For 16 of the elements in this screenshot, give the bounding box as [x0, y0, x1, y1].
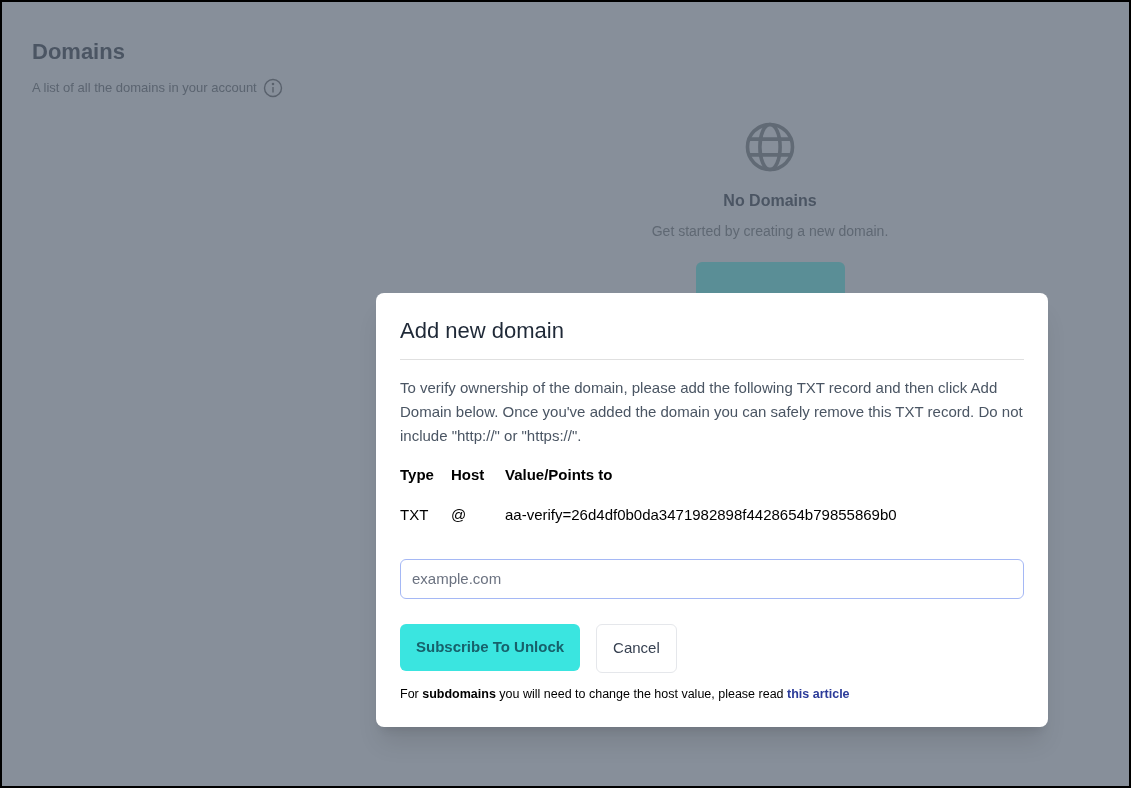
table-cell: @ [451, 506, 467, 523]
table-cell: aa-verify=26d4df0b0da3471982898f4428654b79855869b0 [505, 506, 897, 523]
info-icon[interactable] [262, 77, 283, 98]
table-cell: TXT [400, 506, 429, 523]
modal-title: Add new domain [400, 317, 564, 345]
column-header: Value/Points to [505, 465, 613, 483]
subscribe-button[interactable]: Subscribe To Unlock [400, 623, 581, 671]
column-header: Host [451, 465, 485, 483]
article-link[interactable]: this article [787, 686, 850, 701]
page-title: Domains [32, 38, 125, 66]
cancel-button[interactable]: Cancel [596, 623, 677, 673]
column-header: Type [400, 465, 434, 483]
subdomain-note: For subdomains you will need to change the host value, please read this article [400, 685, 851, 703]
empty-state-title: No Domains [723, 190, 817, 211]
modal-description: To verify ownership of the domain, please add the following TXT record and then click Add Domain below. Once you've added the domain you can safely remove this TXT record. Do not include "http://" or "https://". [400, 377, 1024, 446]
domain-input-field[interactable]: example.com [400, 558, 1024, 599]
